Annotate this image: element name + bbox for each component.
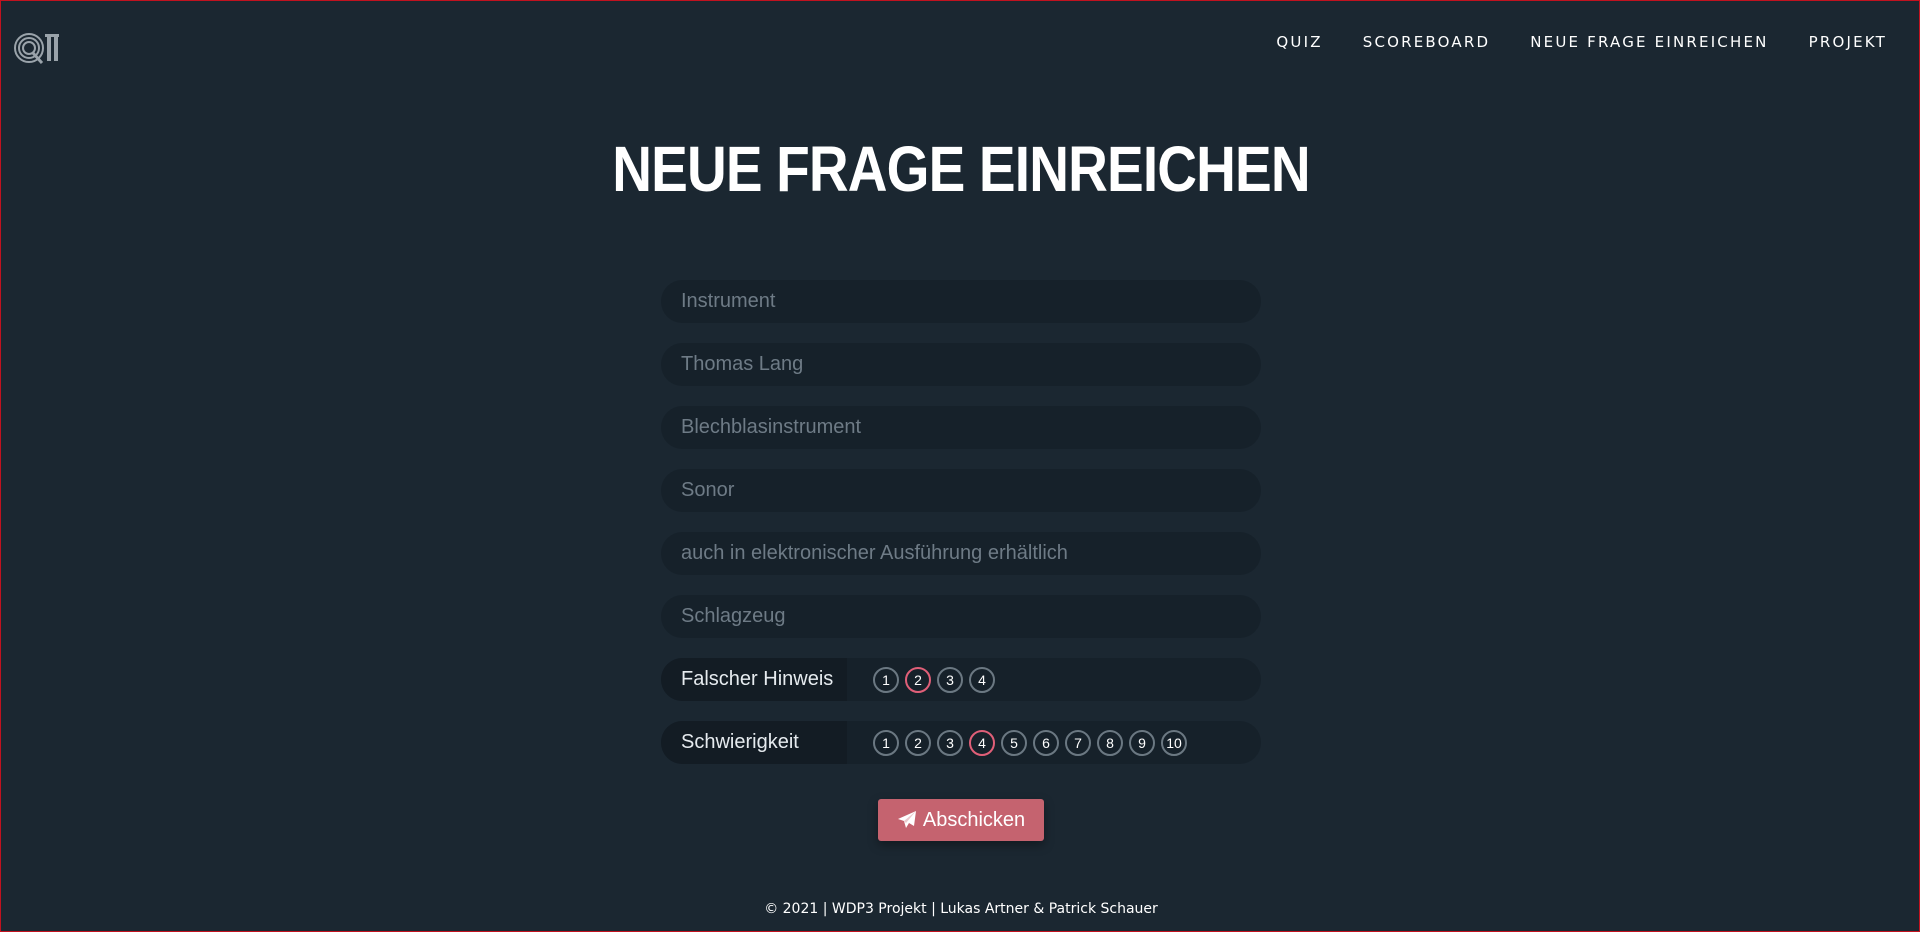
difficulty-label: Schwierigkeit: [661, 721, 847, 764]
hint-3-field[interactable]: [661, 469, 1261, 512]
answer-field[interactable]: [661, 595, 1261, 638]
wrong-hint-option-2[interactable]: 2: [905, 666, 931, 693]
difficulty-option-3[interactable]: 3: [937, 729, 963, 756]
difficulty-option-4[interactable]: 4: [969, 729, 995, 756]
submit-label: Abschicken: [922, 808, 1026, 831]
nav-submit-question[interactable]: NEUE FRAGE EINREICHEN: [1530, 31, 1768, 53]
difficulty-option-6[interactable]: 6: [1033, 729, 1059, 756]
hint-1-field[interactable]: [661, 343, 1261, 386]
page-title: NEUE FRAGE EINREICHEN: [612, 133, 1310, 205]
nav-scoreboard[interactable]: SCOREBOARD: [1363, 31, 1491, 53]
category-field[interactable]: [661, 280, 1261, 323]
wrong-hint-option-1[interactable]: 1: [873, 666, 899, 693]
footer: © 2021 | WDP3 Projekt | Lukas Artner & P…: [764, 901, 1158, 917]
main-nav: QUIZ SCOREBOARD NEUE FRAGE EINREICHEN PR…: [1276, 31, 1887, 53]
hint-4-field[interactable]: [661, 532, 1261, 575]
logo[interactable]: [13, 31, 63, 65]
nav-project[interactable]: PROJEKT: [1809, 31, 1887, 53]
wrong-hint-options: 1 2 3 4: [847, 666, 995, 693]
difficulty-option-2[interactable]: 2: [905, 729, 931, 756]
difficulty-option-8[interactable]: 8: [1097, 729, 1123, 756]
difficulty-option-1[interactable]: 1: [873, 729, 899, 756]
difficulty-options: 1 2 3 4 5 6 7 8 9 10: [847, 729, 1187, 756]
difficulty-option-7[interactable]: 7: [1065, 729, 1091, 756]
wrong-hint-label: Falscher Hinweis: [661, 658, 847, 701]
difficulty-option-10[interactable]: 10: [1161, 729, 1187, 756]
wrong-hint-option-4[interactable]: 4: [969, 666, 995, 693]
difficulty-option-9[interactable]: 9: [1129, 729, 1155, 756]
hint-2-field[interactable]: [661, 406, 1261, 449]
wrong-hint-selector: Falscher Hinweis 1 2 3 4: [661, 658, 1261, 701]
difficulty-selector: Schwierigkeit 1 2 3 4 5 6 7 8 9 10: [661, 721, 1261, 764]
submit-button[interactable]: Abschicken: [878, 799, 1044, 841]
question-form: Falscher Hinweis 1 2 3 4 Schwierigkeit 1…: [661, 280, 1261, 784]
nav-quiz[interactable]: QUIZ: [1276, 31, 1322, 53]
paper-plane-icon: [897, 811, 916, 828]
difficulty-option-5[interactable]: 5: [1001, 729, 1027, 756]
quiz-logo-icon: [14, 33, 59, 65]
wrong-hint-option-3[interactable]: 3: [937, 666, 963, 693]
